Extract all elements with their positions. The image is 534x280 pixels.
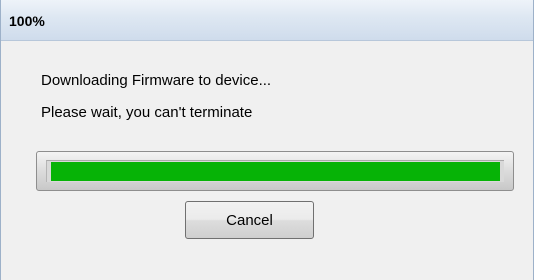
- progress-bar: [36, 151, 514, 191]
- warning-message: Please wait, you can't terminate: [41, 104, 253, 121]
- window-title: 100%: [9, 13, 45, 29]
- progress-bar-groove: [46, 160, 504, 182]
- progress-bar-fill: [51, 162, 500, 181]
- dialog-content: Downloading Firmware to device... Please…: [1, 41, 533, 280]
- title-bar[interactable]: 100%: [1, 0, 533, 41]
- cancel-button[interactable]: Cancel: [185, 201, 314, 239]
- progress-dialog: 100% Downloading Firmware to device... P…: [0, 0, 534, 280]
- status-message: Downloading Firmware to device...: [41, 72, 272, 89]
